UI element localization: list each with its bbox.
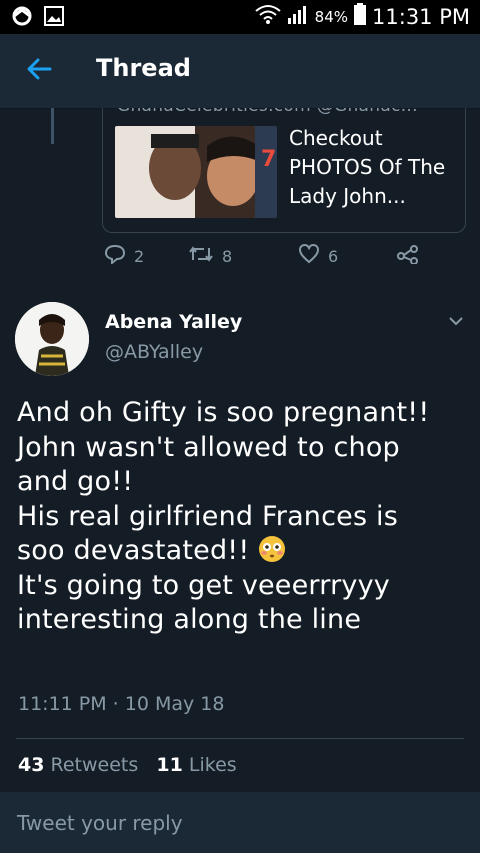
flushed-face-emoji-icon [258,535,286,563]
tweet-actions: 2 8 6 [104,243,424,274]
reply-bar[interactable]: Tweet your reply [0,792,480,853]
reply-count: 2 [134,246,145,266]
svg-text:7: 7 [261,147,276,172]
retweet-button[interactable]: 8 [188,244,232,268]
likes-stat[interactable]: 11 Likes [156,754,236,776]
reply-icon [104,244,126,268]
tweet-line: And oh Gifty is soo pregnant!! [17,397,430,428]
author-name[interactable]: Abena Yalley [105,311,242,333]
link-preview-card[interactable]: GhanaCelebrities.com @Ghanac... 7 Checko… [102,108,466,233]
chevron-down-icon[interactable] [448,312,464,331]
retweets-stat-label: Retweets [50,754,139,776]
tweet-line-with-emoji: soo devastated!! [17,534,467,569]
link-preview-image[interactable]: 7 [115,126,277,218]
image-notification-icon [44,6,64,30]
back-arrow-icon[interactable] [26,56,52,86]
link-title: Checkout PHOTOS Of The Lady John... [289,126,446,208]
retweets-stat-count: 43 [18,754,45,776]
tweet-line: It's going to get veeerrryyy [17,569,390,601]
page-title: Thread [96,54,191,82]
likes-stat-count: 11 [156,754,183,776]
tweet-stats: 43 Retweets 11 Likes [18,754,237,776]
wifi-icon [255,4,281,29]
share-icon [396,244,420,268]
avatar[interactable] [15,302,89,376]
status-bar: 84% 11:31 PM [0,0,480,34]
tweet-line: John wasn't allowed to chop [17,431,400,463]
divider [16,738,464,739]
like-button[interactable]: 6 [298,243,339,268]
app-bar: Thread [0,34,480,109]
clock: 11:31 PM [372,4,470,29]
like-count: 6 [328,246,339,266]
tweet-text: And oh Gifty is soo pregnant!! John wasn… [17,396,467,638]
reply-button[interactable]: 2 [104,244,144,268]
likes-stat-label: Likes [188,754,237,776]
sync-icon [10,5,34,31]
retweet-count: 8 [222,246,233,266]
share-button[interactable] [396,244,420,268]
battery-icon [354,3,367,30]
author-handle[interactable]: @ABYalley [105,341,203,363]
signal-icon [287,4,309,29]
tweet-line: soo devastated!! [17,535,250,566]
reply-input[interactable]: Tweet your reply [17,811,183,835]
thread-connector-line [51,108,54,144]
tweet-timestamp: 11:11 PM · 10 May 18 [18,693,225,715]
link-source: GhanaCelebrities.com @Ghanac... [117,108,457,116]
tweet-line: His real girlfriend Frances is [17,500,398,532]
retweets-stat[interactable]: 43 Retweets [18,754,138,776]
battery-percent: 84% [314,7,349,26]
tweet-line: interesting along the line [17,604,362,635]
heart-icon [298,243,320,268]
retweet-icon [188,244,214,268]
tweet-line: and go!! [17,466,134,497]
